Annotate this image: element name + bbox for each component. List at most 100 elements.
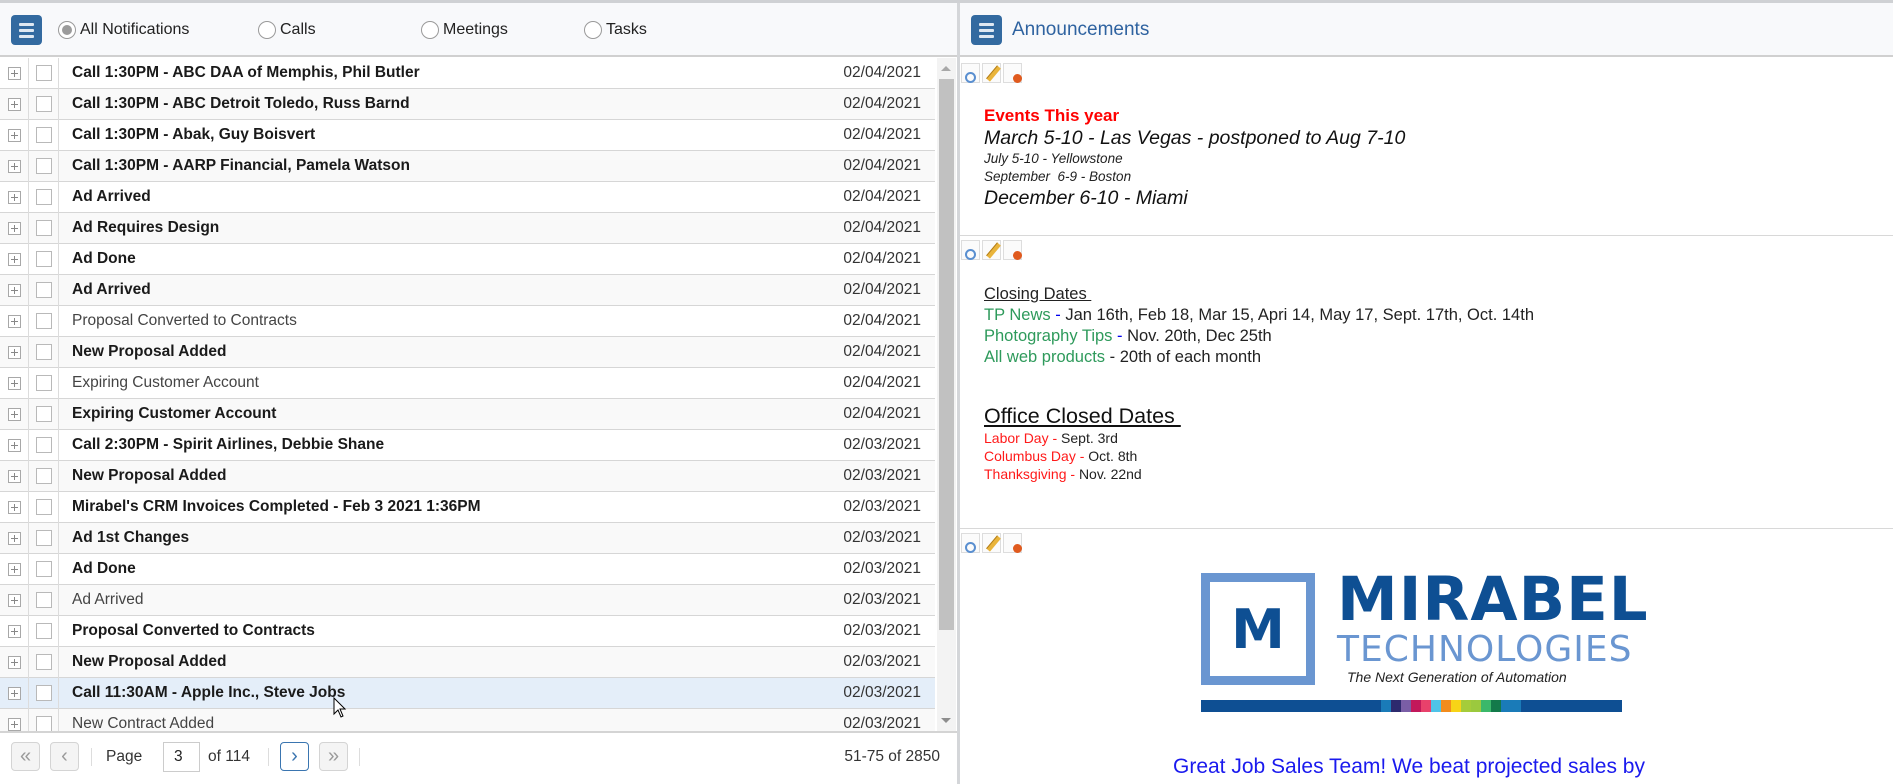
expand-row-button[interactable]: [0, 367, 29, 399]
notification-title[interactable]: Proposal Converted to Contracts: [59, 622, 795, 640]
filter-tasks[interactable]: Tasks: [584, 20, 647, 40]
notification-title[interactable]: Mirabel's CRM Invoices Completed - Feb 3…: [59, 498, 795, 516]
grid-scrollbar[interactable]: [937, 58, 956, 731]
row-checkbox[interactable]: [29, 646, 59, 678]
scroll-thumb[interactable]: [939, 79, 954, 630]
notifications-menu-button[interactable]: [11, 15, 42, 45]
notification-row[interactable]: Expiring Customer Account 02/04/2021: [0, 398, 935, 430]
row-checkbox[interactable]: [29, 429, 59, 461]
row-checkbox[interactable]: [29, 584, 59, 616]
notification-title[interactable]: Call 1:30PM - AARP Financial, Pamela Wat…: [59, 157, 795, 175]
expand-row-button[interactable]: [0, 88, 29, 120]
page-number-input[interactable]: [163, 742, 200, 772]
notification-title[interactable]: New Proposal Added: [59, 653, 795, 671]
row-checkbox[interactable]: [29, 243, 59, 275]
delete-icon[interactable]: [1003, 533, 1022, 553]
next-page-button[interactable]: ›: [280, 742, 309, 771]
notification-title[interactable]: Proposal Converted to Contracts: [59, 312, 795, 330]
filter-all-notifications[interactable]: All Notifications: [58, 20, 189, 40]
expand-row-button[interactable]: [0, 460, 29, 492]
notification-row[interactable]: Ad Arrived 02/03/2021: [0, 584, 935, 616]
announcements-menu-button[interactable]: [971, 15, 1002, 45]
notification-row[interactable]: Call 1:30PM - AARP Financial, Pamela Wat…: [0, 150, 935, 182]
view-icon[interactable]: [961, 533, 980, 553]
last-page-button[interactable]: »: [319, 742, 348, 771]
expand-row-button[interactable]: [0, 522, 29, 554]
expand-row-button[interactable]: [0, 212, 29, 244]
notification-row[interactable]: Call 1:30PM - ABC DAA of Memphis, Phil B…: [0, 58, 935, 89]
row-checkbox[interactable]: [29, 615, 59, 647]
radio-icon[interactable]: [58, 21, 76, 39]
notification-row[interactable]: Ad Arrived 02/04/2021: [0, 181, 935, 213]
notification-row[interactable]: New Proposal Added 02/03/2021: [0, 646, 935, 678]
notification-title[interactable]: Call 1:30PM - ABC DAA of Memphis, Phil B…: [59, 64, 795, 82]
notification-title[interactable]: Call 1:30PM - ABC Detroit Toledo, Russ B…: [59, 95, 795, 113]
delete-icon[interactable]: [1003, 240, 1022, 260]
notification-title[interactable]: Ad Arrived: [59, 188, 795, 206]
notification-title[interactable]: Ad Done: [59, 560, 795, 578]
notification-title[interactable]: Ad Done: [59, 250, 795, 268]
notification-title[interactable]: Call 1:30PM - Abak, Guy Boisvert: [59, 126, 795, 144]
filter-meetings[interactable]: Meetings: [421, 20, 508, 40]
radio-icon[interactable]: [421, 21, 439, 39]
notification-row[interactable]: Call 2:30PM - Spirit Airlines, Debbie Sh…: [0, 429, 935, 461]
notification-row[interactable]: New Proposal Added 02/04/2021: [0, 336, 935, 368]
notification-title[interactable]: Call 11:30AM - Apple Inc., Steve Jobs: [59, 684, 795, 702]
expand-row-button[interactable]: [0, 398, 29, 430]
notification-title[interactable]: New Proposal Added: [59, 467, 795, 485]
expand-row-button[interactable]: [0, 646, 29, 678]
row-checkbox[interactable]: [29, 460, 59, 492]
notification-row[interactable]: New Proposal Added 02/03/2021: [0, 460, 935, 492]
filter-calls[interactable]: Calls: [258, 20, 316, 40]
row-checkbox[interactable]: [29, 367, 59, 399]
notification-title[interactable]: New Proposal Added: [59, 343, 795, 361]
notification-row[interactable]: Ad Requires Design 02/04/2021: [0, 212, 935, 244]
notification-title[interactable]: Ad Arrived: [59, 281, 795, 299]
notification-row[interactable]: Call 11:30AM - Apple Inc., Steve Jobs 02/…: [0, 677, 935, 709]
notification-title[interactable]: Call 2:30PM - Spirit Airlines, Debbie Sh…: [59, 436, 795, 454]
radio-icon[interactable]: [584, 21, 602, 39]
notification-row[interactable]: New Contract Added 02/03/2021: [0, 708, 935, 731]
scroll-up-icon[interactable]: [941, 66, 951, 71]
notification-row[interactable]: Ad Done 02/03/2021: [0, 553, 935, 585]
expand-row-button[interactable]: [0, 181, 29, 213]
expand-row-button[interactable]: [0, 584, 29, 616]
view-icon[interactable]: [961, 240, 980, 260]
expand-row-button[interactable]: [0, 150, 29, 182]
notification-title[interactable]: Expiring Customer Account: [59, 405, 795, 423]
notification-title[interactable]: Expiring Customer Account: [59, 374, 795, 392]
expand-row-button[interactable]: [0, 336, 29, 368]
row-checkbox[interactable]: [29, 491, 59, 523]
expand-row-button[interactable]: [0, 274, 29, 306]
notification-row[interactable]: Proposal Converted to Contracts 02/03/202…: [0, 615, 935, 647]
notification-row[interactable]: Call 1:30PM - Abak, Guy Boisvert 02/04/20…: [0, 119, 935, 151]
delete-icon[interactable]: [1003, 63, 1022, 83]
row-checkbox[interactable]: [29, 119, 59, 151]
notification-row[interactable]: Mirabel's CRM Invoices Completed - Feb 3…: [0, 491, 935, 523]
edit-pencil-icon[interactable]: [982, 63, 1001, 83]
edit-pencil-icon[interactable]: [982, 533, 1001, 553]
row-checkbox[interactable]: [29, 677, 59, 709]
notification-row[interactable]: Expiring Customer Account 02/04/2021: [0, 367, 935, 399]
prev-page-button[interactable]: ‹: [50, 742, 79, 771]
row-checkbox[interactable]: [29, 181, 59, 213]
view-icon[interactable]: [961, 63, 980, 83]
row-checkbox[interactable]: [29, 212, 59, 244]
expand-row-button[interactable]: [0, 243, 29, 275]
expand-row-button[interactable]: [0, 429, 29, 461]
notification-row[interactable]: Ad Arrived 02/04/2021: [0, 274, 935, 306]
expand-row-button[interactable]: [0, 119, 29, 151]
notification-row[interactable]: Ad Done 02/04/2021: [0, 243, 935, 275]
notification-title[interactable]: Ad Arrived: [59, 591, 795, 609]
edit-pencil-icon[interactable]: [982, 240, 1001, 260]
notification-row[interactable]: Call 1:30PM - ABC Detroit Toledo, Russ B…: [0, 88, 935, 120]
row-checkbox[interactable]: [29, 88, 59, 120]
expand-row-button[interactable]: [0, 58, 29, 89]
expand-row-button[interactable]: [0, 615, 29, 647]
row-checkbox[interactable]: [29, 553, 59, 585]
row-checkbox[interactable]: [29, 58, 59, 89]
row-checkbox[interactable]: [29, 305, 59, 337]
notification-title[interactable]: Ad 1st Changes: [59, 529, 795, 547]
row-checkbox[interactable]: [29, 150, 59, 182]
first-page-button[interactable]: «: [11, 742, 40, 771]
